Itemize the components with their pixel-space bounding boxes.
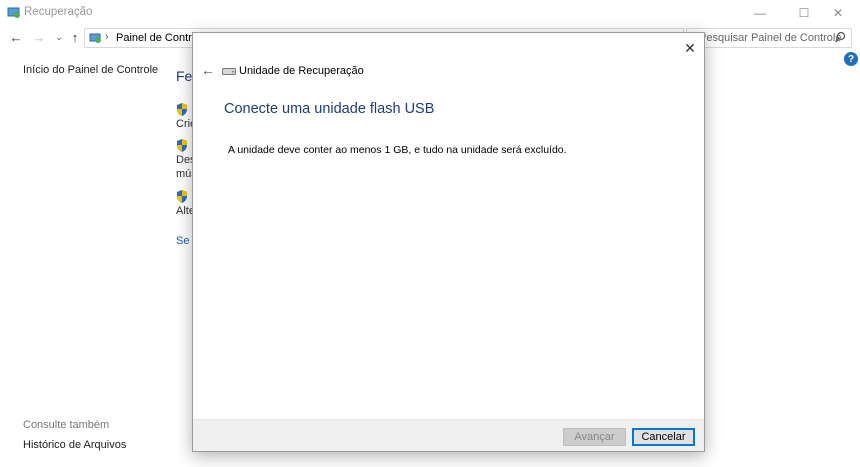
next-button[interactable]: Avançar (563, 428, 626, 446)
dialog-heading: Conecte uma unidade flash USB (224, 101, 435, 117)
dialog-close-icon[interactable]: ✕ (683, 40, 697, 56)
see-also-label: Consulte também (23, 419, 110, 431)
forward-arrow-icon[interactable]: → (31, 29, 47, 45)
search-input[interactable]: Pesquisar Painel de Controle (699, 32, 841, 44)
control-panel-icon (7, 7, 20, 18)
back-arrow-icon[interactable]: ← (8, 29, 24, 45)
dialog-footer: Avançar Cancelar (193, 419, 704, 451)
file-history-link[interactable]: Histórico de Arquivos (23, 439, 126, 451)
recovery-drive-dialog: ✕ ← Unidade de Recuperação Conecte uma u… (192, 32, 705, 452)
dialog-back-arrow-icon[interactable]: ← (201, 62, 215, 78)
title-bar: Recuperação — ☐ ✕ (0, 0, 860, 26)
search-box[interactable]: Pesquisar Painel de Controle (686, 28, 852, 48)
sidebar-home-link[interactable]: Início do Painel de Controle (23, 64, 158, 76)
search-icon[interactable] (834, 31, 846, 45)
shield-icon (177, 139, 187, 152)
dialog-title: Unidade de Recuperação (239, 65, 364, 77)
breadcrumb-separator-icon: › (105, 31, 109, 43)
up-arrow-icon[interactable]: ↑ (67, 29, 83, 45)
minimize-button[interactable]: — (738, 0, 782, 26)
control-panel-icon (89, 33, 101, 43)
recent-locations-chevron-icon[interactable]: ⌄ (51, 29, 67, 45)
close-window-button[interactable]: ✕ (816, 0, 860, 26)
dialog-body-text: A unidade deve conter ao menos 1 GB, e t… (228, 144, 567, 156)
drive-icon (222, 68, 236, 75)
cancel-button[interactable]: Cancelar (632, 428, 695, 446)
help-icon[interactable]: ? (844, 52, 858, 66)
shield-icon (177, 190, 187, 203)
shield-icon (177, 103, 187, 116)
window-title: Recuperação (24, 6, 93, 18)
